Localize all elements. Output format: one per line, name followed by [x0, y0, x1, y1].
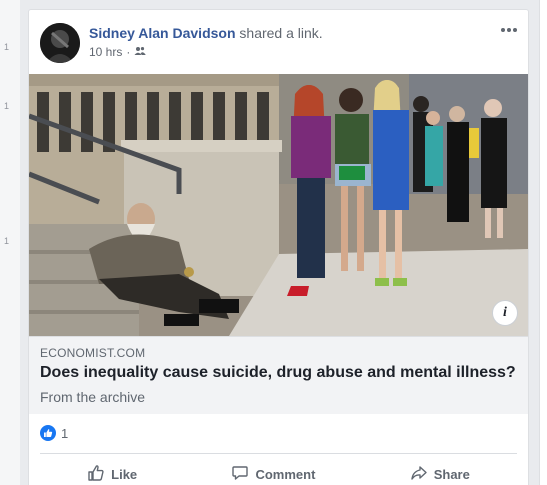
post-action-text: shared a link.	[239, 25, 323, 41]
comment-icon	[231, 464, 249, 485]
info-icon[interactable]: i	[492, 300, 518, 326]
reaction-count[interactable]: 1	[61, 426, 68, 441]
like-label: Like	[111, 466, 138, 482]
post-header: Sidney Alan Davidson shared a link.	[89, 25, 323, 41]
left-rail: 1 1 1	[0, 0, 20, 485]
link-preview-text[interactable]: ECONOMIST.COM Does inequality cause suic…	[29, 336, 528, 414]
actions-divider	[40, 453, 517, 454]
right-column-edge	[539, 0, 547, 485]
reactions-summary[interactable]: 1	[40, 425, 68, 441]
meta-separator: ·	[126, 45, 131, 59]
friends-icon[interactable]	[134, 45, 146, 59]
link-preview-image[interactable]: i	[29, 74, 528, 336]
comment-label: Comment	[255, 466, 316, 482]
feed-post: Sidney Alan Davidson shared a link. 10 h…	[28, 9, 529, 485]
rail-marker: 1	[4, 42, 10, 52]
comment-button[interactable]: Comment	[231, 464, 315, 485]
link-title[interactable]: Does inequality cause suicide, drug abus…	[40, 364, 516, 382]
link-domain: ECONOMIST.COM	[40, 346, 146, 360]
post-timestamp[interactable]: 10 hrs	[89, 45, 122, 59]
avatar-image	[40, 23, 80, 63]
street-photo	[29, 74, 528, 336]
rail-marker: 1	[4, 101, 10, 111]
post-actions: Like Comment Share	[40, 460, 517, 485]
like-reaction-icon	[40, 425, 56, 441]
post-meta: 10 hrs ·	[89, 45, 146, 59]
share-icon	[410, 464, 428, 485]
like-button[interactable]: Like	[87, 464, 137, 485]
share-label: Share	[433, 466, 470, 482]
avatar[interactable]	[40, 23, 80, 63]
rail-marker: 1	[4, 236, 10, 246]
author-name-link[interactable]: Sidney Alan Davidson	[89, 25, 236, 41]
thumbs-up-icon	[87, 464, 105, 485]
share-button[interactable]: Share	[410, 464, 470, 485]
link-description: From the archive	[40, 389, 146, 405]
more-options-icon[interactable]	[499, 24, 519, 36]
